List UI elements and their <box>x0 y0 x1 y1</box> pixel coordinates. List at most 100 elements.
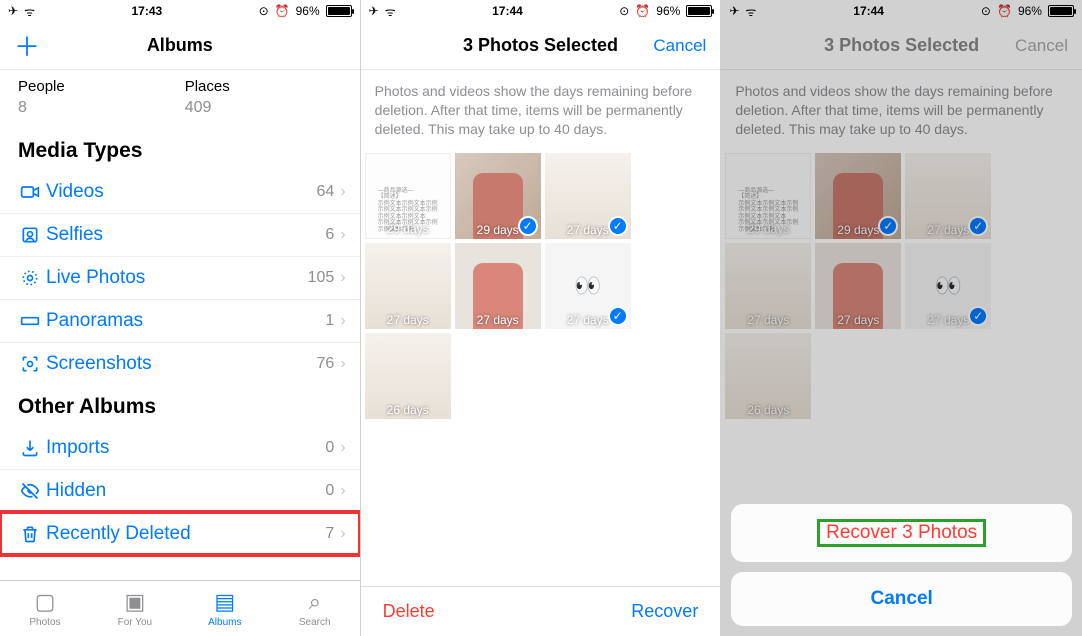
eyes-icon: 👀 <box>574 273 601 299</box>
status-bar: ✈ ᯤ 17:44 ⊙ ⏰ 96% <box>721 0 1082 22</box>
recover-photos-label: Recover 3 Photos <box>818 520 985 546</box>
media-type-label: Screenshots <box>46 353 317 375</box>
action-sheet: Recover 3 Photos Cancel <box>721 494 1082 636</box>
media-type-count: 105 <box>308 269 335 287</box>
alarm-icon: ⏰ <box>635 4 650 18</box>
other-album-label: Hidden <box>46 480 325 502</box>
other-album-row[interactable]: Imports0› <box>0 427 360 469</box>
photo-thumbnail[interactable]: 👀27 days✓ <box>905 243 991 329</box>
selection-checkmark-icon: ✓ <box>608 306 628 326</box>
delete-button[interactable]: Delete <box>383 601 435 622</box>
other-album-row[interactable]: Hidden0 › <box>0 469 360 512</box>
live-photo-icon <box>14 268 46 288</box>
photo-thumbnail[interactable]: 29 days✓ <box>455 153 541 239</box>
recently-deleted-select-screen: ✈ ᯤ 17:44 ⊙ ⏰ 96% 3 Photos Selected Canc… <box>361 0 722 636</box>
photo-thumbnail[interactable]: —商品源选—【简述】示例文本示例文本示例示例文本示例文本示例示例文本示例文本示例… <box>365 153 451 239</box>
selfie-icon <box>14 225 46 245</box>
battery-icon <box>1048 5 1074 17</box>
chevron-icon: › <box>340 226 345 244</box>
deletion-info-text: Photos and videos show the days remainin… <box>721 70 1082 153</box>
photo-thumbnail[interactable]: 26 days <box>725 333 811 419</box>
eyes-icon: 👀 <box>935 273 962 299</box>
photo-thumbnail[interactable]: —商品源选—【简述】示例文本示例文本示例示例文本示例文本示例示例文本示例文本示例… <box>725 153 811 239</box>
battery-icon <box>326 5 352 17</box>
status-bar: ✈ ᯤ 17:43 ⊙ ⏰ 96% <box>0 0 360 22</box>
battery-percent: 96% <box>656 4 680 18</box>
photo-thumbnail[interactable]: 29 days✓ <box>815 153 901 239</box>
photo-thumbnail[interactable]: 27 days✓ <box>905 153 991 239</box>
photo-thumbnail[interactable]: 27 days <box>725 243 811 329</box>
photo-thumbnail[interactable]: 27 days <box>455 243 541 329</box>
media-type-row[interactable]: Panoramas1› <box>0 299 360 342</box>
navbar: 3 Photos Selected Cancel <box>361 22 721 70</box>
chevron-icon: › <box>340 482 345 500</box>
alarm-icon: ⏰ <box>275 4 290 18</box>
media-type-label: Videos <box>46 181 317 203</box>
days-remaining-label: 26 days <box>365 403 451 417</box>
recover-actionsheet-screen: ✈ ᯤ 17:44 ⊙ ⏰ 96% 3 Photos Selected Canc… <box>721 0 1082 636</box>
panorama-icon <box>14 311 46 331</box>
photo-thumbnail[interactable]: 👀27 days✓ <box>545 243 631 329</box>
media-type-count: 1 <box>325 312 334 330</box>
status-time: 17:44 <box>492 4 523 18</box>
media-types-header: Media Types <box>0 129 360 171</box>
battery-percent: 96% <box>296 4 320 18</box>
battery-percent: 96% <box>1018 4 1042 18</box>
media-type-label: Selfies <box>46 224 325 246</box>
days-remaining-label: 27 days <box>455 313 541 327</box>
media-type-count: 76 <box>317 355 335 373</box>
screenshot-icon <box>14 354 46 374</box>
media-type-row[interactable]: Screenshots76› <box>0 342 360 385</box>
selection-checkmark-icon: ✓ <box>968 306 988 326</box>
days-remaining-label: 27 days <box>365 313 451 327</box>
albums-icon: ▤ <box>214 589 235 615</box>
photo-thumbnail[interactable]: 27 days✓ <box>545 153 631 239</box>
places-album-label[interactable]: Places <box>185 78 230 95</box>
photo-thumbnail[interactable]: 27 days <box>815 243 901 329</box>
photo-thumbnail[interactable]: 27 days <box>365 243 451 329</box>
chevron-icon: › <box>340 439 345 457</box>
media-type-row[interactable]: Videos64› <box>0 171 360 213</box>
selection-checkmark-icon: ✓ <box>878 216 898 236</box>
status-time: 17:44 <box>853 4 884 18</box>
foryou-icon: ▣ <box>124 589 145 615</box>
airplane-icon: ✈ <box>729 4 739 18</box>
navbar: 3 Photos Selected Cancel <box>721 22 1082 70</box>
media-type-row[interactable]: Selfies6› <box>0 213 360 256</box>
other-album-row[interactable]: Recently Deleted7› <box>0 512 360 555</box>
import-icon <box>14 438 46 458</box>
wifi-icon: ᯤ <box>24 3 35 20</box>
actionsheet-cancel-button[interactable]: Cancel <box>731 572 1072 626</box>
other-album-count: 0 <box>325 482 334 500</box>
wifi-icon: ᯤ <box>745 3 756 20</box>
cancel-button[interactable]: Cancel <box>646 36 706 56</box>
tab-photos[interactable]: ▢Photos <box>0 581 90 636</box>
airplane-icon: ✈ <box>8 4 18 18</box>
media-type-row[interactable]: Live Photos105› <box>0 256 360 299</box>
selection-checkmark-icon: ✓ <box>608 216 628 236</box>
people-album-label[interactable]: People <box>18 78 65 95</box>
media-type-label: Live Photos <box>46 267 308 289</box>
tab-albums[interactable]: ▤Albums <box>180 581 270 636</box>
tab-foryou[interactable]: ▣For You <box>90 581 180 636</box>
days-remaining-label: 27 days <box>725 313 811 327</box>
days-remaining-label: 29 days <box>366 222 450 236</box>
alarm-icon: ⏰ <box>997 4 1012 18</box>
photos-icon: ▢ <box>35 589 56 615</box>
chevron-icon: › <box>340 312 345 330</box>
photo-thumbnail[interactable]: 26 days <box>365 333 451 419</box>
tab-search[interactable]: ⌕Search <box>270 581 360 636</box>
add-button[interactable]: ＋ <box>14 32 40 62</box>
navbar: ＋ Albums <box>0 22 360 70</box>
video-icon <box>14 182 46 202</box>
cancel-button: Cancel <box>1008 36 1068 56</box>
selection-checkmark-icon: ✓ <box>518 216 538 236</box>
airplane-icon: ✈ <box>369 4 379 18</box>
recover-photos-button[interactable]: Recover 3 Photos <box>731 504 1072 562</box>
search-icon: ⌕ <box>309 589 321 615</box>
other-albums-header: Other Albums <box>0 385 360 427</box>
recover-button[interactable]: Recover <box>631 601 698 622</box>
lock-icon: ⊙ <box>619 4 629 18</box>
chevron-icon: › <box>340 183 345 201</box>
page-title: 3 Photos Selected <box>795 35 1008 56</box>
